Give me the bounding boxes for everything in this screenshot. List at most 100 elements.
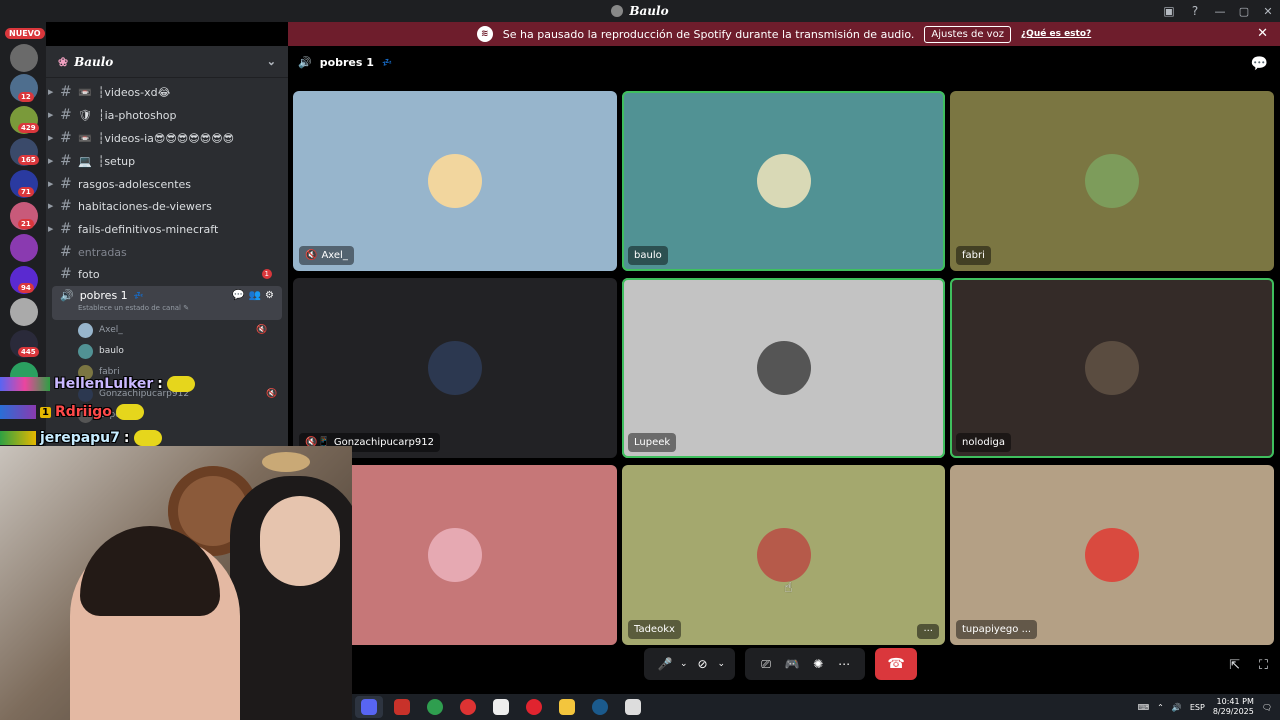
keyboard-icon[interactable]: ⌨ [1138, 703, 1150, 712]
channel-label: fails-definitivos-minecraft [78, 222, 219, 236]
more-icon[interactable]: ⋯ [833, 653, 855, 675]
popout-icon[interactable]: ⇱ [1229, 658, 1240, 673]
participant-name: tupapiyego ... [962, 624, 1032, 635]
emote-icon [133, 430, 162, 446]
taskbar-discord[interactable] [354, 696, 383, 718]
voice-channel-pobres-1[interactable]: 🔊 pobres 1 💤 💬 👥 ⚙ Establece un estado d… [52, 286, 282, 320]
avatar [78, 322, 93, 338]
channel-status[interactable]: Establece un estado de canal ✎ [78, 304, 274, 312]
call-title: pobres 1 [319, 56, 374, 69]
participant-label: Tadeokx [628, 620, 681, 639]
hash-icon: # [60, 130, 72, 146]
participant-tile[interactable]: baulo [622, 91, 945, 271]
taskbar-app[interactable] [619, 696, 647, 718]
channel-label: ┆videos-ia😎😎😎😎😎😎😎 [97, 131, 235, 145]
participant-tile[interactable]: Tadeokx ··· [622, 465, 945, 645]
sub-badge: 1 [40, 406, 51, 418]
voice-member[interactable]: baulo [78, 341, 124, 361]
taskbar-app[interactable] [487, 696, 515, 718]
title-bar: Baulo ▣ ? — ▢ ✕ [0, 0, 1280, 22]
channel-emoji-icon: 🛡 [78, 108, 92, 122]
disconnect-button[interactable]: ☎ [875, 648, 918, 680]
server-icon[interactable] [10, 298, 38, 326]
maximize-button[interactable]: ▢ [1232, 0, 1256, 22]
gear-icon[interactable]: ⚙ [265, 290, 274, 301]
notification-icon[interactable]: 🗨 [1262, 703, 1272, 712]
caret-icon: ▶ [48, 88, 54, 96]
taskbar-app[interactable] [388, 696, 416, 718]
chat-bubble-icon[interactable]: 💬 [1251, 56, 1268, 72]
chat-bubble-icon[interactable]: 💬 [232, 290, 244, 301]
channel-fails-definitivos-minecraft[interactable]: ▶ # fails-definitivos-minecraft [48, 218, 280, 240]
voice-member[interactable]: Axel_ 🔇 [78, 320, 267, 340]
server-icon[interactable] [10, 44, 38, 72]
close-window-button[interactable]: ✕ [1256, 0, 1280, 22]
channel-foto[interactable]: # foto 1 [54, 263, 280, 285]
server-icon[interactable] [10, 234, 38, 262]
channel-ia-photoshop[interactable]: ▶ # 🛡 ┆ia-photoshop [48, 104, 280, 126]
what-is-this-link[interactable]: ¿Qué es esto? [1021, 29, 1091, 39]
fullscreen-icon[interactable]: ⛶ [1259, 658, 1268, 673]
avatar [1085, 341, 1139, 395]
window-title: Baulo [611, 4, 669, 18]
channel-rasgos-adolescentes[interactable]: ▶ # rasgos-adolescentes [48, 173, 280, 195]
channel-videos-ia[interactable]: ▶ # 📼 ┆videos-ia😎😎😎😎😎😎😎 [48, 127, 280, 149]
add-member-icon[interactable]: 👥 [249, 290, 261, 301]
chevron-down-icon[interactable]: ⌄ [718, 659, 726, 669]
clock[interactable]: 10:41 PM 8/29/2025 [1213, 697, 1254, 717]
activity-gamepad-icon[interactable]: 🎮 [781, 653, 803, 675]
taskbar-opera[interactable] [520, 696, 548, 718]
participant-tile[interactable]: fabri [950, 91, 1274, 271]
volume-icon[interactable]: 🔊 [1172, 703, 1182, 712]
more-options-button[interactable]: ··· [917, 624, 939, 639]
screen-share-icon[interactable]: ⎚ [755, 653, 777, 675]
participant-label: nolodiga [956, 433, 1011, 452]
hash-icon: # [60, 266, 72, 282]
chevron-down-icon[interactable]: ⌄ [680, 659, 688, 669]
microphone-icon[interactable]: 🎤 [654, 653, 676, 675]
camera-off-icon[interactable]: ⊘ [692, 653, 714, 675]
help-icon[interactable]: ? [1182, 0, 1208, 22]
soundboard-icon[interactable]: ✺ [807, 653, 829, 675]
voice-member-name: baulo [99, 346, 124, 356]
participant-tile[interactable]: nolodiga [950, 278, 1274, 458]
system-tray: ⌨ ⌃ 🔊 ESP 10:41 PM 8/29/2025 🗨 [1138, 694, 1272, 720]
participant-name: Lupeek [634, 437, 671, 448]
taskbar-steam[interactable] [586, 696, 614, 718]
guild-header[interactable]: ❀ Baulo ⌄ [46, 46, 288, 78]
participant-name: nolodiga [962, 437, 1005, 448]
chat-badges-icon [0, 431, 36, 445]
chevron-down-icon[interactable]: ⌄ [267, 55, 276, 68]
avatar [756, 528, 811, 582]
muted-icon: 🔇 [256, 325, 268, 335]
spotify-icon: ≋ [476, 26, 493, 42]
guild-icon: ❀ [58, 54, 69, 69]
spotify-paused-banner: ≋ Se ha pausado la reproducción de Spoti… [288, 22, 1280, 46]
unread-badge: 445 [18, 347, 39, 357]
channel-videos-xd[interactable]: ▶ # 📼 ┆videos-xd😂 [48, 81, 280, 103]
input-language[interactable]: ESP [1190, 703, 1205, 712]
channel-setup[interactable]: ▶ # 💻 ┆setup [48, 150, 280, 172]
chevron-up-icon[interactable]: ⌃ [1157, 703, 1164, 712]
participant-tile[interactable]: tupapiyego ... [950, 465, 1274, 645]
hash-icon: # [60, 221, 72, 237]
hash-icon: # [60, 198, 72, 214]
channel-habitaciones-de-viewers[interactable]: ▶ # habitaciones-de-viewers [48, 195, 280, 217]
close-icon[interactable]: ✕ [1257, 26, 1268, 41]
taskbar-file-explorer[interactable] [553, 696, 581, 718]
channel-entradas[interactable]: # entradas [54, 241, 280, 263]
participant-name: Axel_ [321, 250, 348, 261]
clock-time: 10:41 PM [1216, 697, 1254, 706]
minimize-button[interactable]: — [1208, 0, 1232, 22]
participant-tile[interactable]: 🔇📱 Gonzachipucarp912 [293, 278, 617, 458]
taskbar-chrome[interactable] [421, 696, 449, 718]
taskbar-app[interactable] [454, 696, 482, 718]
channel-label: habitaciones-de-viewers [78, 199, 212, 213]
voice-settings-button[interactable]: Ajustes de voz [924, 25, 1011, 43]
channel-label: ┆ia-photoshop [97, 108, 177, 122]
inbox-icon[interactable]: ▣ [1156, 0, 1182, 22]
participant-tile[interactable]: 🔇 Axel_ [293, 91, 617, 271]
stream-chat-line: HellenLulker: [0, 374, 195, 394]
call-header: 🔊 pobres 1 💤 [298, 56, 392, 69]
participant-tile[interactable]: Lupeek [622, 278, 945, 458]
